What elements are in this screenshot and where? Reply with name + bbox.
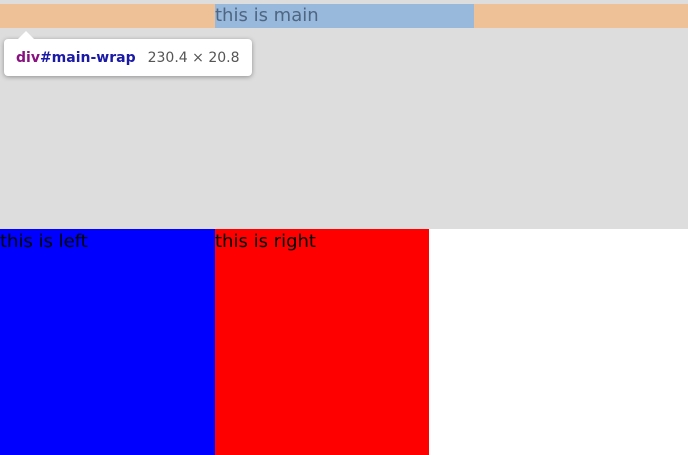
tooltip-id: #main-wrap — [39, 49, 136, 66]
main-container: this is main div#main-wrap 230.4 × 20.8 — [0, 0, 688, 229]
tooltip-selector: div#main-wrap — [16, 50, 136, 66]
left-box: this is left — [0, 229, 215, 455]
right-text: this is right — [215, 231, 316, 252]
inspector-tooltip: div#main-wrap 230.4 × 20.8 — [4, 31, 252, 76]
tooltip-arrow-icon — [18, 31, 34, 39]
page-viewport: this is main div#main-wrap 230.4 × 20.8 … — [0, 0, 688, 455]
tooltip-dimensions: 230.4 × 20.8 — [147, 49, 240, 66]
tooltip-tag: div — [16, 49, 40, 66]
left-text: this is left — [0, 231, 88, 252]
main-text: this is main — [215, 5, 319, 26]
right-box: this is right — [215, 229, 429, 455]
